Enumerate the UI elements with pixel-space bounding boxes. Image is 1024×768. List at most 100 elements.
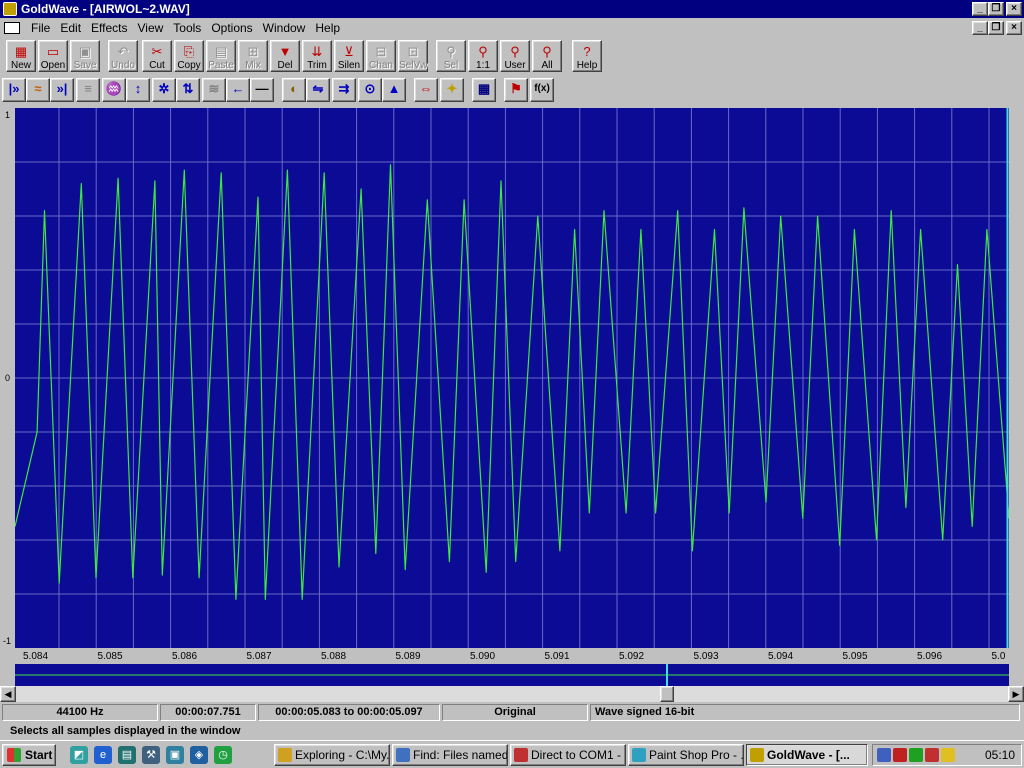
zoom-1-1-icon: ⚲	[478, 44, 488, 59]
echo-icon[interactable]: ♒	[102, 78, 126, 102]
toolbar-button-label: Cut	[149, 60, 165, 71]
toolbar-silen-button[interactable]: ⊻ Silen	[334, 40, 364, 72]
reverse-icon[interactable]: ⇋	[306, 78, 330, 102]
scroll-thumb[interactable]	[660, 686, 674, 702]
taskbar-task-button[interactable]: GoldWave - [...	[746, 744, 868, 766]
x-tick-label: 5.088	[321, 651, 347, 662]
toolbar-save-button[interactable]: ▣ Save	[70, 40, 100, 72]
menu-file[interactable]: File	[26, 19, 55, 37]
monitor-quicklaunch-icon[interactable]: ▣	[166, 746, 184, 764]
check-tray-icon[interactable]	[909, 748, 923, 762]
play-from-start-icon[interactable]: |»	[2, 78, 26, 102]
toolbar-user-button[interactable]: ⚲ User	[500, 40, 530, 72]
noise-reduction-icon[interactable]: ✦	[440, 78, 464, 102]
menu-view[interactable]: View	[133, 19, 169, 37]
goldwave-app-icon[interactable]	[3, 2, 17, 16]
menu-help[interactable]: Help	[310, 19, 345, 37]
network-tray-icon[interactable]	[877, 748, 891, 762]
taskbar: Start ◩ e ▤ ⚒ ▣ ◈ ◷ Exploring - C:\My...…	[0, 740, 1024, 768]
main-toolbar: ▦ New ▭ Open ▣ Save ↶ Undo ✂ Cut ⎘ Copy ▤ Paste ⊞ Mix ▼ D…	[0, 38, 1024, 76]
menu-tools[interactable]: Tools	[168, 19, 206, 37]
menu-options[interactable]: Options	[206, 19, 257, 37]
offset-icon[interactable]: ⊙	[358, 78, 382, 102]
browser-quicklaunch-icon[interactable]: e	[94, 746, 112, 764]
menu-window[interactable]: Window	[258, 19, 311, 37]
toolbar-button-label: 1:1	[476, 60, 490, 71]
horizontal-scrollbar[interactable]: ◀ ▶	[0, 686, 1024, 702]
toolbar-mix-button[interactable]: ⊞ Mix	[238, 40, 268, 72]
volume-tray-icon[interactable]	[941, 748, 955, 762]
transpose-icon[interactable]: ◐	[282, 78, 306, 102]
toolbar-new-button[interactable]: ▦ New	[6, 40, 36, 72]
volume-icon[interactable]: ▲	[382, 78, 406, 102]
overview-strip[interactable]	[15, 664, 1009, 686]
delete-icon: ▼	[278, 44, 292, 59]
toolbar-help-button[interactable]: ? Help	[572, 40, 602, 72]
save-icon: ▣	[78, 44, 92, 59]
scroll-right-arrow-icon[interactable]: ▶	[1008, 686, 1024, 702]
toolbar-button-label: Sel	[443, 60, 459, 71]
help-status-text: Selects all samples displayed in the win…	[10, 725, 241, 737]
x-tick-label: 5.091	[544, 651, 570, 662]
taskbar-task-button[interactable]: Exploring - C:\My...	[274, 744, 390, 766]
minimize-button[interactable]: _	[972, 2, 988, 16]
waveform-plot[interactable]	[15, 108, 1009, 648]
toolbar-open-button[interactable]: ▭ Open	[38, 40, 68, 72]
task-app-icon	[632, 748, 646, 762]
taskbar-task-button[interactable]: Paint Shop Pro - ...	[628, 744, 744, 766]
menu-effects[interactable]: Effects	[86, 19, 132, 37]
invert-icon[interactable]: ⇅	[176, 78, 200, 102]
toolbar-del-button[interactable]: ▼ Del	[270, 40, 300, 72]
toolbar-trim-button[interactable]: ⇊ Trim	[302, 40, 332, 72]
close-button[interactable]: ×	[1006, 2, 1022, 16]
task-label: Exploring - C:\My...	[295, 748, 390, 762]
expression-icon[interactable]: f(x)	[530, 78, 554, 102]
toolbar-cut-button[interactable]: ✂ Cut	[142, 40, 172, 72]
menu-bar: File Edit Effects View Tools Options Win…	[0, 18, 1024, 38]
taskbar-task-button[interactable]: Direct to COM1 - ...	[510, 744, 626, 766]
resample-icon[interactable]: ⇔	[414, 78, 438, 102]
taskbar-task-button[interactable]: Find: Files named...	[392, 744, 508, 766]
toolbar-sel-button[interactable]: ⚲ Sel	[436, 40, 466, 72]
x-tick-label: 5.090	[470, 651, 496, 662]
toolbar-selvw-button[interactable]: ⊡ SelVw	[398, 40, 428, 72]
waveform-icon[interactable]: ≈	[26, 78, 50, 102]
toolbar-1-1-button[interactable]: ⚲ 1:1	[468, 40, 498, 72]
filter-icon[interactable]: ▦	[472, 78, 496, 102]
toolbar-all-button[interactable]: ⚲ All	[532, 40, 562, 72]
document-icon[interactable]	[4, 22, 20, 34]
calculator-quicklaunch-icon[interactable]: ▤	[118, 746, 136, 764]
equalizer-icon[interactable]: ≋	[202, 78, 226, 102]
toolbar-chan-button[interactable]: ⊟ Chan	[366, 40, 396, 72]
menu-edit[interactable]: Edit	[55, 19, 86, 37]
compress-icon[interactable]: ≡	[76, 78, 100, 102]
start-button[interactable]: Start	[2, 744, 56, 766]
doc-restore-button[interactable]: ❐	[988, 21, 1004, 35]
clock-quicklaunch-icon[interactable]: ◷	[214, 746, 232, 764]
toolbar-undo-button[interactable]: ↶ Undo	[108, 40, 138, 72]
tool-quicklaunch-icon[interactable]: ⚒	[142, 746, 160, 764]
x-tick-label: 5.094	[768, 651, 794, 662]
system-tray: 05:10	[872, 744, 1022, 766]
marker-flag-icon[interactable]: ⚑	[504, 78, 528, 102]
silence-icon: ⊻	[344, 44, 354, 59]
status-bar: 44100 Hz 00:00:07.751 00:00:05.083 to 00…	[0, 702, 1024, 722]
toolbar-button-label: Trim	[307, 60, 327, 71]
toolbar-button-label: Help	[576, 60, 598, 71]
desktop-quicklaunch-icon[interactable]: ◩	[70, 746, 88, 764]
scroll-left-arrow-icon[interactable]: ◀	[0, 686, 16, 702]
end-marker-icon[interactable]: »|	[50, 78, 74, 102]
toolbar-paste-button[interactable]: ▤ Paste	[206, 40, 236, 72]
ati-tray-icon[interactable]	[925, 748, 939, 762]
arrow-left-icon[interactable]: ←	[226, 78, 250, 102]
flat-line-icon[interactable]: —	[250, 78, 274, 102]
doc-minimize-button[interactable]: _	[972, 21, 988, 35]
maximize-button[interactable]: ❐	[988, 2, 1004, 16]
media-quicklaunch-icon[interactable]: ◈	[190, 746, 208, 764]
toolbar-copy-button[interactable]: ⎘ Copy	[174, 40, 204, 72]
alert-tray-icon[interactable]	[893, 748, 907, 762]
forward-icon[interactable]: ⇉	[332, 78, 356, 102]
doc-close-button[interactable]: ×	[1006, 21, 1022, 35]
vertical-expand-icon[interactable]: ↕	[126, 78, 150, 102]
gear-icon[interactable]: ✲	[152, 78, 176, 102]
